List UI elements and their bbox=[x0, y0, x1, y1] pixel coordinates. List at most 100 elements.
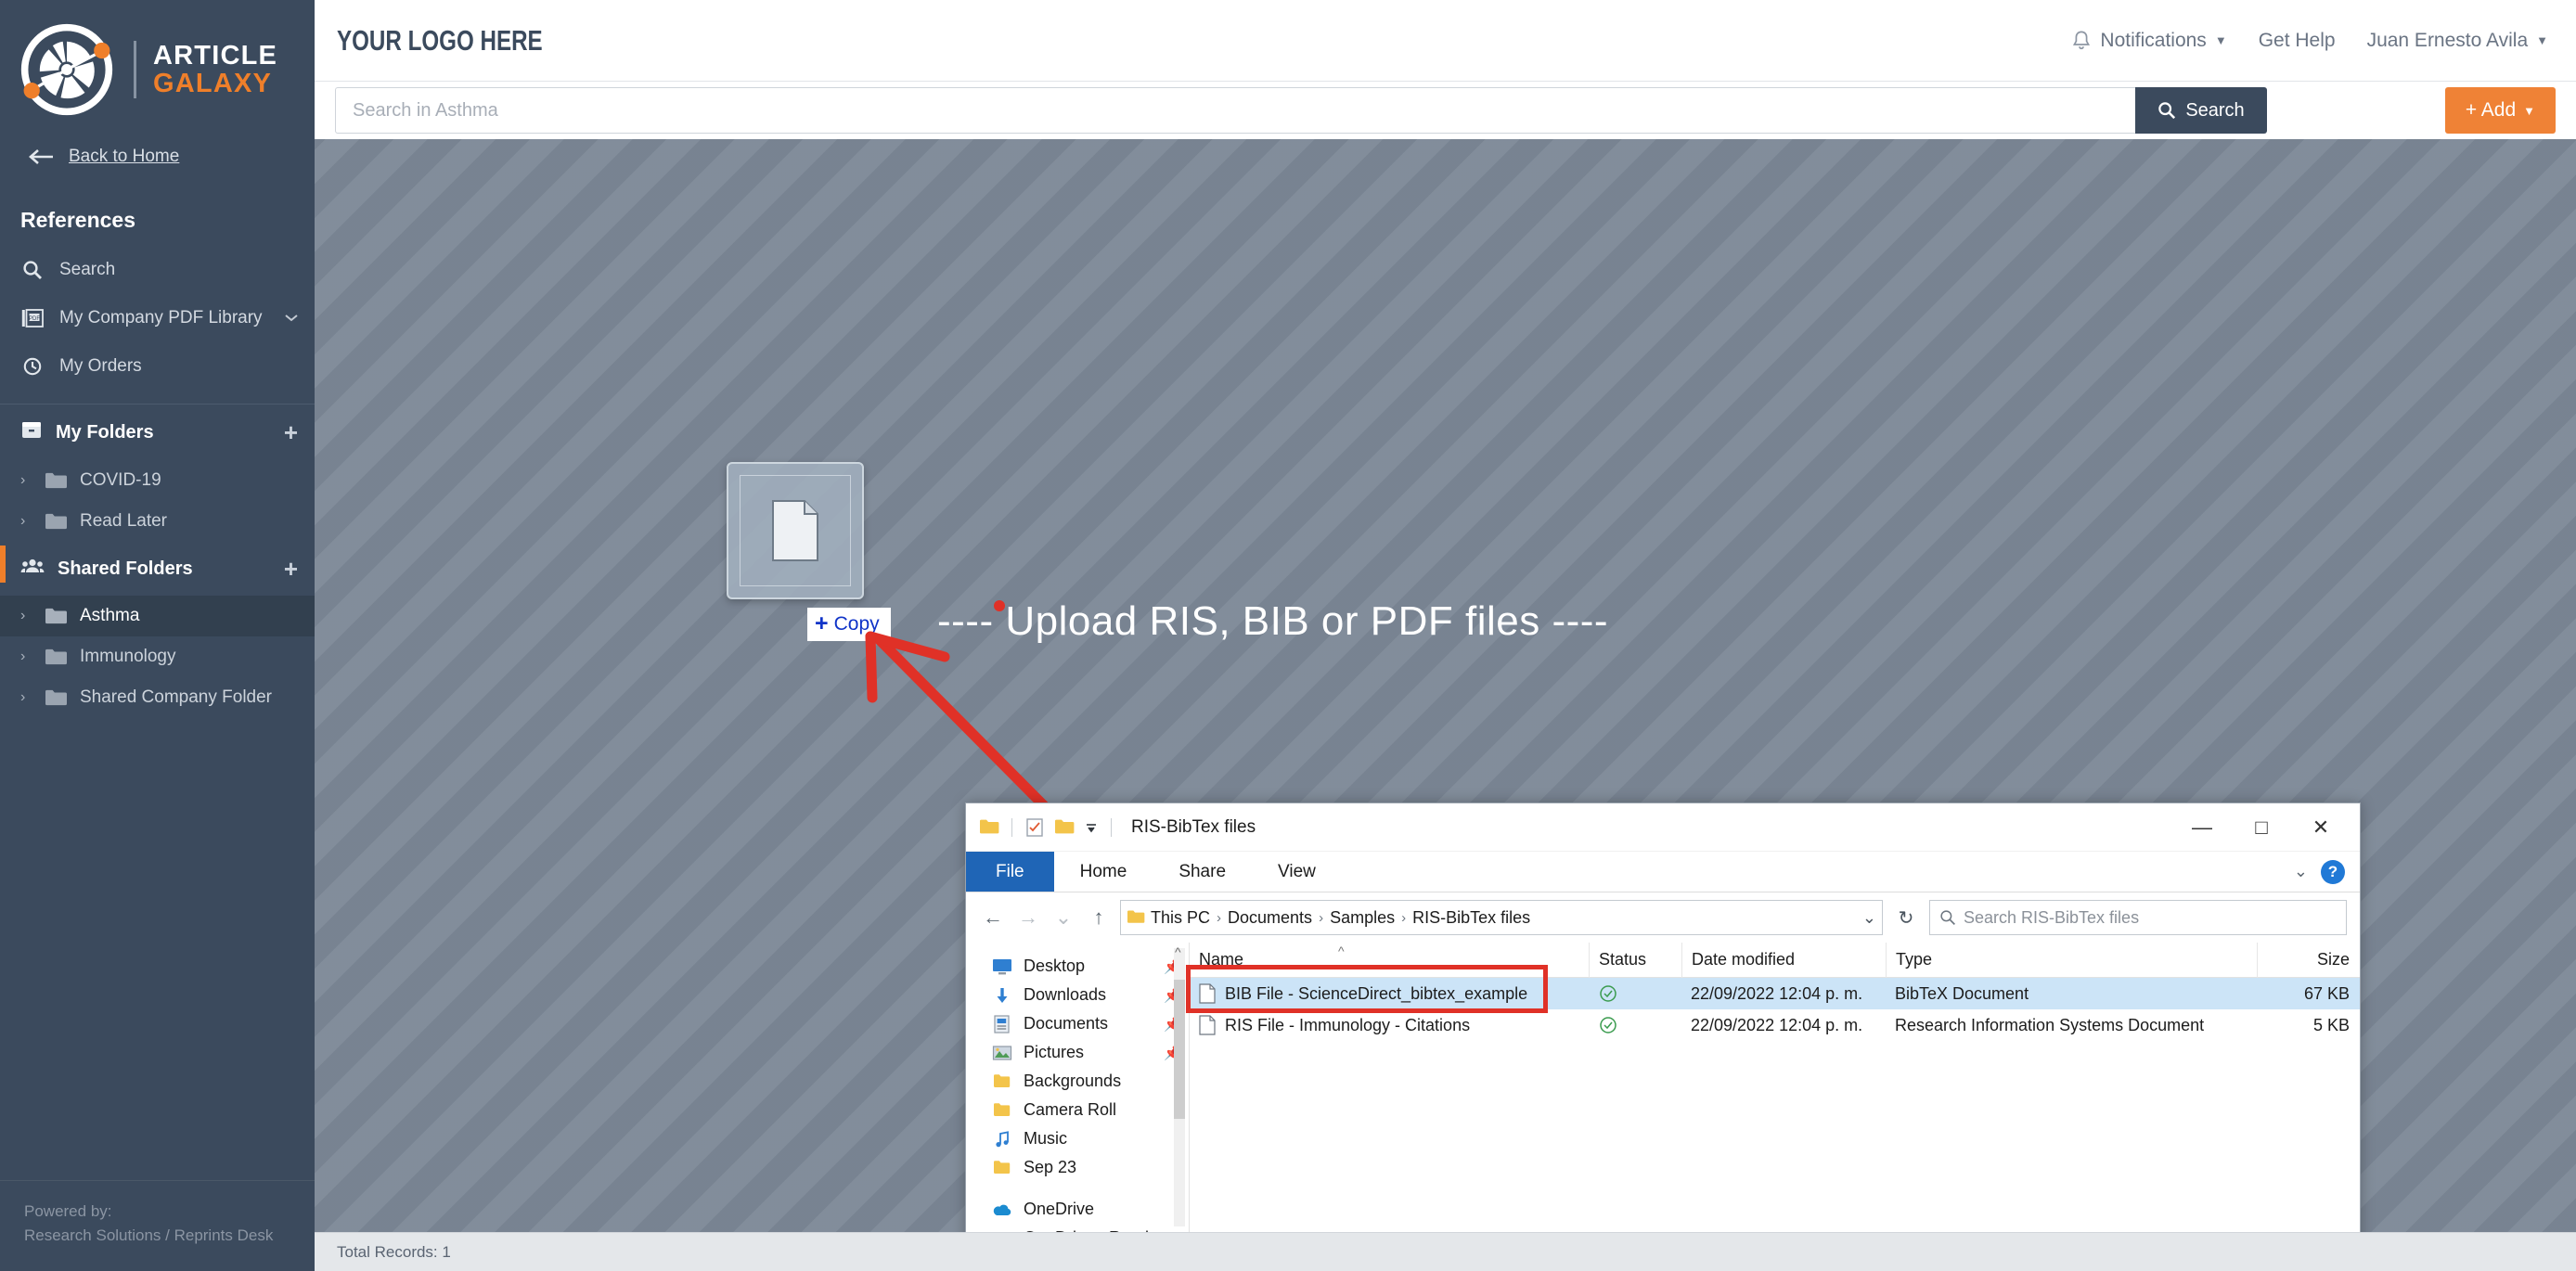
chevron-right-icon[interactable]: › bbox=[20, 513, 33, 530]
explorer-nav-sep-23-label: Sep 23 bbox=[1024, 1158, 1077, 1176]
logo-line-1: ARTICLE bbox=[153, 40, 278, 71]
dropzone-message: ---- Upload RIS, BIB or PDF files ---- bbox=[937, 598, 1609, 644]
back-button[interactable]: ← bbox=[979, 905, 1007, 930]
customize-quick-access-icon[interactable] bbox=[1084, 821, 1099, 834]
sync-ok-icon bbox=[1600, 1017, 1616, 1033]
explorer-search-placeholder: Search RIS-BibTex files bbox=[1964, 907, 2140, 927]
explorer-nav-downloads[interactable]: Downloads 📌 bbox=[966, 981, 1189, 1009]
folder-item-immunology[interactable]: › Immunology bbox=[0, 636, 315, 677]
add-button[interactable]: + Add ▼ bbox=[2444, 87, 2556, 134]
folder-item-covid-19[interactable]: › COVID-19 bbox=[0, 460, 315, 501]
breadcrumb-this-pc[interactable]: This PC bbox=[1151, 908, 1210, 928]
folder-item-shared-company-folder[interactable]: › Shared Company Folder bbox=[0, 677, 315, 718]
ribbon-tab-view[interactable]: View bbox=[1252, 852, 1342, 892]
file-column-date-modified[interactable]: Date modified bbox=[1681, 942, 1886, 978]
refresh-button[interactable]: ↻ bbox=[1890, 906, 1922, 930]
properties-icon[interactable] bbox=[1024, 817, 1045, 837]
sync-ok-icon bbox=[1600, 985, 1616, 1002]
breadcrumb-documents[interactable]: Documents bbox=[1228, 908, 1312, 928]
explorer-nav-documents[interactable]: Documents 📌 bbox=[966, 1009, 1189, 1038]
toolbar-divider bbox=[1011, 817, 1012, 837]
file-name-cell[interactable]: BIB File - ScienceDirect_bibtex_example bbox=[1190, 978, 1589, 1009]
close-button[interactable]: ✕ bbox=[2291, 804, 2351, 851]
plus-icon: + bbox=[815, 610, 829, 636]
explorer-nav-onedrive[interactable]: OneDrive bbox=[966, 1195, 1189, 1224]
notifications-menu[interactable]: Notifications ▼ bbox=[2071, 30, 2227, 52]
maximize-button[interactable]: □ bbox=[2232, 804, 2291, 851]
new-folder-icon[interactable] bbox=[1054, 818, 1075, 837]
ribbon-tab-home[interactable]: Home bbox=[1054, 852, 1153, 892]
explorer-titlebar[interactable]: RIS-BibTex files — □ ✕ bbox=[966, 803, 2360, 852]
explorer-nav-camera-roll-label: Camera Roll bbox=[1024, 1100, 1117, 1119]
explorer-nav-music[interactable]: Music bbox=[966, 1124, 1189, 1153]
explorer-nav-sep-23[interactable]: Sep 23 bbox=[966, 1153, 1189, 1182]
explorer-address-bar: ← → ⌄ ↑ This PC › Documents › Samples › … bbox=[966, 892, 2360, 943]
chevron-right-icon[interactable]: › bbox=[20, 608, 33, 624]
back-to-home-label: Back to Home bbox=[69, 147, 180, 166]
up-button[interactable]: ↑ bbox=[1085, 905, 1113, 930]
file-name-label: BIB File - ScienceDirect_bibtex_example bbox=[1225, 983, 1528, 1003]
folder-item-read-later[interactable]: › Read Later bbox=[0, 501, 315, 542]
minimize-button[interactable]: — bbox=[2172, 804, 2232, 851]
explorer-body: Desktop 📌 Downloads 📌 Documents 📌 Pictur… bbox=[966, 942, 2360, 1238]
sidebar-group-shared-folders[interactable]: Shared Folders + bbox=[0, 542, 315, 596]
chevron-down-icon: ▼ bbox=[2536, 33, 2548, 47]
arrow-left-icon bbox=[29, 149, 53, 164]
recent-locations-button[interactable]: ⌄ bbox=[1050, 905, 1077, 930]
folder-item-asthma[interactable]: › Asthma bbox=[0, 596, 315, 636]
explorer-nav-desktop[interactable]: Desktop 📌 bbox=[966, 952, 1189, 981]
file-column-type[interactable]: Type bbox=[1886, 942, 2257, 978]
file-name-cell[interactable]: RIS File - Immunology - Citations bbox=[1190, 1009, 1589, 1041]
explorer-search-box[interactable]: Search RIS-BibTex files bbox=[1929, 900, 2347, 935]
chevron-right-icon[interactable]: › bbox=[20, 689, 33, 706]
onedrive-icon bbox=[993, 1204, 1011, 1215]
get-help-link[interactable]: Get Help bbox=[2259, 30, 2336, 52]
ribbon-tab-share[interactable]: Share bbox=[1153, 852, 1252, 892]
sidebar-item-my-orders[interactable]: My Orders bbox=[0, 342, 315, 391]
address-breadcrumb-box[interactable]: This PC › Documents › Samples › RIS-BibT… bbox=[1120, 900, 1883, 935]
file-date-modified-cell: 22/09/2022 12:04 p. m. bbox=[1691, 983, 1863, 1003]
file-explorer-window[interactable]: RIS-BibTex files — □ ✕ File Home Share V… bbox=[965, 802, 2361, 1271]
file-row-bib[interactable]: BIB File - ScienceDirect_bibtex_example … bbox=[1190, 978, 2360, 1009]
documents-icon bbox=[994, 1014, 1010, 1033]
sidebar-item-search[interactable]: Search bbox=[0, 246, 315, 294]
search-input[interactable] bbox=[335, 87, 2135, 134]
scrollbar-thumb[interactable] bbox=[1174, 980, 1185, 1119]
explorer-nav-documents-label: Documents bbox=[1024, 1014, 1109, 1033]
file-column-status[interactable]: Status bbox=[1589, 942, 1681, 978]
user-menu[interactable]: Juan Ernesto Avila ▼ bbox=[2367, 30, 2548, 52]
address-dropdown[interactable]: ⌄ bbox=[1862, 908, 1876, 928]
chevron-right-icon[interactable]: › bbox=[20, 472, 33, 489]
breadcrumb-separator: › bbox=[1401, 909, 1407, 926]
breadcrumb-current-folder[interactable]: RIS-BibTex files bbox=[1412, 908, 1530, 928]
sidebar-group-my-folders[interactable]: My Folders + bbox=[0, 404, 315, 460]
add-shared-folder-button[interactable]: + bbox=[284, 557, 298, 581]
ribbon-tab-file[interactable]: File bbox=[966, 852, 1054, 892]
explorer-nav-backgrounds[interactable]: Backgrounds bbox=[966, 1067, 1189, 1096]
file-column-name[interactable]: Name bbox=[1190, 943, 1589, 978]
file-date-modified-cell: 22/09/2022 12:04 p. m. bbox=[1691, 1015, 1863, 1034]
chevron-right-icon[interactable]: › bbox=[20, 648, 33, 665]
product-logo[interactable]: ARTICLE GALAXY bbox=[0, 0, 315, 139]
folder-icon bbox=[45, 471, 69, 490]
scroll-up-icon[interactable]: ^ bbox=[1175, 944, 1181, 959]
help-icon[interactable]: ? bbox=[2321, 859, 2345, 884]
explorer-nav-scrollbar[interactable]: ^ bbox=[1174, 944, 1185, 1226]
file-column-size[interactable]: Size bbox=[2257, 942, 2359, 978]
sidebar-item-my-orders-label: My Orders bbox=[59, 356, 142, 376]
explorer-file-list: Name Status Date modified Type Size ^ BI… bbox=[1189, 942, 2360, 1238]
explorer-nav-camera-roll[interactable]: Camera Roll bbox=[966, 1096, 1189, 1124]
sidebar-item-pdf-library[interactable]: PDF My Company PDF Library bbox=[0, 294, 315, 342]
file-row-ris[interactable]: RIS File - Immunology - Citations 22/09/… bbox=[1190, 1009, 2360, 1041]
back-to-home-link[interactable]: Back to Home bbox=[0, 139, 315, 174]
breadcrumb-separator: › bbox=[1319, 909, 1324, 926]
search-icon bbox=[20, 258, 45, 282]
add-folder-button[interactable]: + bbox=[284, 420, 298, 444]
explorer-nav-pictures[interactable]: Pictures 📌 bbox=[966, 1038, 1189, 1067]
folder-icon[interactable] bbox=[979, 818, 999, 837]
forward-button[interactable]: → bbox=[1014, 905, 1042, 930]
chevron-down-icon[interactable]: ⌄ bbox=[2294, 862, 2308, 881]
customer-logo-placeholder: YOUR LOGO HERE bbox=[337, 23, 543, 57]
breadcrumb-samples[interactable]: Samples bbox=[1330, 908, 1395, 928]
search-button[interactable]: Search bbox=[2135, 87, 2267, 134]
